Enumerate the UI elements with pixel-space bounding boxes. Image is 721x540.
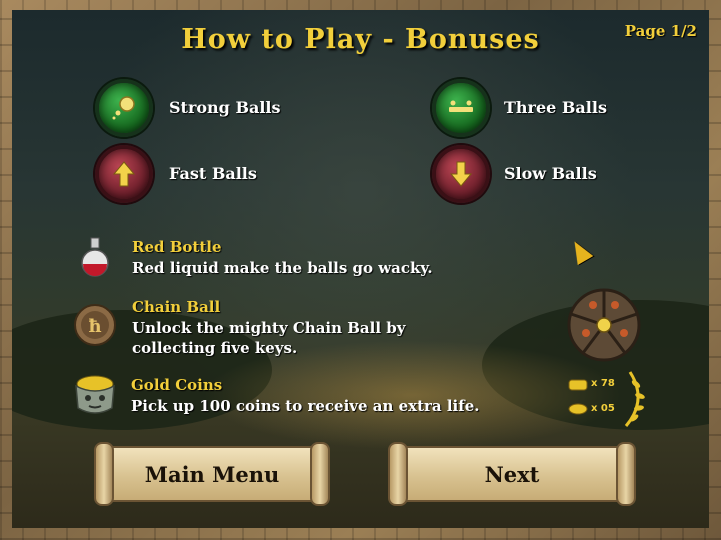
down-arrow-icon	[449, 161, 473, 187]
fast-balls-label: Fast Balls	[169, 164, 257, 183]
strong-balls-orb	[95, 79, 153, 137]
main-menu-label: Main Menu	[144, 461, 280, 487]
game-screen: How to Play - Bonuses Page 1/2 Strong Ba…	[12, 10, 709, 528]
page-title: How to Play - Bonuses	[181, 24, 540, 55]
next-label: Next	[484, 461, 540, 487]
three-balls-orb	[432, 79, 490, 137]
three-balls-label: Three Balls	[504, 98, 607, 117]
strong-balls-label: Strong Balls	[169, 98, 281, 117]
lives-counter: x 05	[591, 403, 615, 414]
chain-ball-description: Unlock the mighty Chain Ball by collecti…	[132, 318, 405, 358]
coins-counter: x 78	[591, 378, 615, 389]
chain-ball-wheel-icon	[567, 288, 641, 362]
gold-coins-desc-line: Pick up 100 coins to receive an extra li…	[131, 397, 480, 415]
next-button[interactable]: Next	[388, 442, 636, 506]
gold-coins-pot-icon	[75, 375, 115, 414]
laurel-icon	[624, 371, 645, 427]
red-bottle-title: Red Bottle	[132, 238, 222, 256]
up-arrow-icon	[112, 161, 136, 187]
coin-stack-icon	[568, 379, 588, 391]
strong-ball-icon	[112, 96, 135, 120]
three-balls-icon	[449, 100, 473, 112]
gold-coins-description: Pick up 100 coins to receive an extra li…	[131, 396, 479, 416]
slow-balls-orb	[432, 145, 490, 203]
gold-coins-title: Gold Coins	[131, 376, 223, 394]
red-bottle-icon	[81, 237, 109, 277]
chain-ball-desc-line: Unlock the mighty Chain Ball by	[132, 319, 406, 337]
mouse-cursor-icon	[566, 236, 594, 266]
red-bottle-desc-line: Red liquid make the balls go wacky.	[132, 259, 433, 277]
lives-frog-icon	[568, 403, 588, 415]
slow-balls-label: Slow Balls	[504, 164, 597, 183]
red-bottle-description: Red liquid make the balls go wacky.	[132, 258, 433, 278]
page-indicator: Page 1/2	[624, 22, 697, 40]
chain-ball-desc-line: collecting five keys.	[132, 339, 298, 357]
stone-frame: How to Play - Bonuses Page 1/2 Strong Ba…	[0, 0, 721, 540]
chain-ball-token-icon: ħ	[74, 304, 116, 346]
main-menu-button[interactable]: Main Menu	[94, 442, 330, 506]
chain-ball-title: Chain Ball	[132, 298, 221, 316]
svg-text:ħ: ħ	[88, 316, 101, 337]
fast-balls-orb	[95, 145, 153, 203]
